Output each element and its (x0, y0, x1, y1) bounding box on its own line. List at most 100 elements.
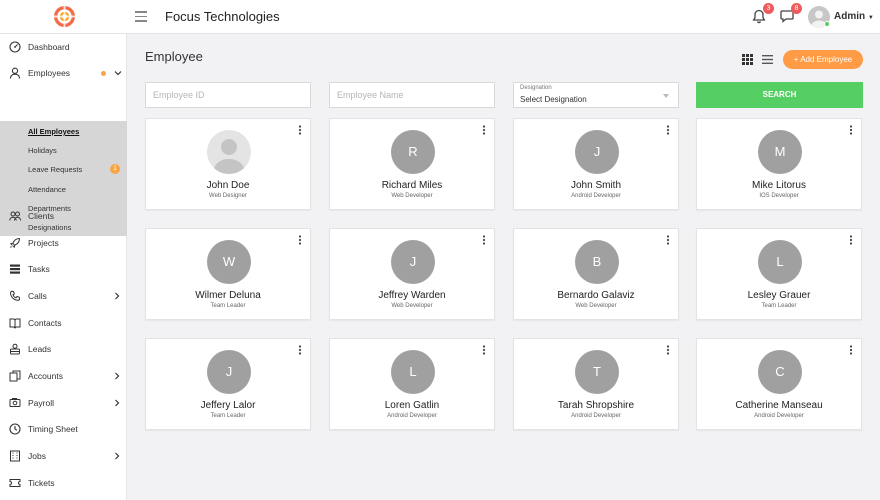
employee-id-input[interactable] (145, 82, 311, 108)
chevron-right-icon (115, 292, 120, 300)
submenu-holidays[interactable]: Holidays (28, 146, 57, 155)
employee-card: L Loren Gatlin Android Developer (329, 338, 495, 430)
sidebar-item-calls[interactable]: Calls (0, 285, 127, 307)
employee-name[interactable]: Catherine Manseau (697, 400, 861, 411)
sidebar-item-tasks[interactable]: Tasks (0, 258, 127, 280)
more-options-icon[interactable] (849, 125, 853, 135)
chevron-right-icon (115, 372, 120, 380)
employee-avatar[interactable]: J (575, 130, 619, 174)
employee-name[interactable]: Wilmer Deluna (146, 290, 310, 301)
employee-name[interactable]: Jeffrey Warden (330, 290, 494, 301)
more-options-icon[interactable] (666, 125, 670, 135)
sidebar-item-jobs[interactable]: Jobs (0, 445, 127, 467)
employee-card: J John Smith Android Developer (513, 118, 679, 210)
sidebar: All Employees Holidays Leave Requests At… (0, 34, 127, 500)
employee-name[interactable]: Bernardo Galaviz (514, 290, 678, 301)
employee-role: Team Leader (761, 303, 797, 309)
employee-card: T Tarah Shropshire Android Developer (513, 338, 679, 430)
employee-avatar[interactable]: T (575, 350, 619, 394)
more-options-icon[interactable] (298, 235, 302, 245)
employee-role: Web Developer (391, 193, 433, 199)
employee-role: Team Leader (210, 303, 246, 309)
employee-name[interactable]: Richard Miles (330, 180, 494, 191)
more-options-icon[interactable] (482, 125, 486, 135)
employee-role: Team Leader (210, 413, 246, 419)
employee-avatar[interactable]: W (207, 240, 251, 284)
sidebar-item-leads[interactable]: Leads (0, 338, 127, 360)
sidebar-item-label: Payroll (28, 398, 54, 408)
submenu-attendance[interactable]: Attendance (28, 185, 66, 194)
brand-name: Focus Technologies (165, 9, 280, 24)
book-icon (9, 318, 21, 329)
submenu-leave-requests[interactable]: Leave Requests (28, 165, 82, 174)
employee-name[interactable]: John Smith (514, 180, 678, 191)
sidebar-item-accounts[interactable]: Accounts (0, 365, 127, 387)
sidebar-item-label: Employees (28, 68, 71, 78)
sidebar-item-payroll[interactable]: Payroll (0, 392, 127, 414)
employee-name[interactable]: Mike Litorus (697, 180, 861, 191)
list-view-icon[interactable] (762, 54, 773, 65)
employee-role: Web Developer (391, 303, 433, 309)
sidebar-item-label: Projects (28, 238, 59, 248)
sidebar-item-label: Jobs (28, 451, 46, 461)
employee-name[interactable]: Jeffery Lalor (146, 400, 310, 411)
more-options-icon[interactable] (482, 345, 486, 355)
employee-name[interactable]: Lesley Grauer (697, 290, 861, 301)
more-options-icon[interactable] (298, 345, 302, 355)
employee-card: M Mike Litorus IOS Developer (696, 118, 862, 210)
sidebar-item-clients[interactable]: Clients (0, 205, 127, 227)
user-menu[interactable]: Admin ▼ (834, 11, 874, 22)
sidebar-item-label: Dashboard (28, 42, 70, 52)
user-icon (9, 67, 21, 79)
sidebar-item-tickets[interactable]: Tickets (0, 472, 127, 494)
employee-name[interactable]: Tarah Shropshire (514, 400, 678, 411)
notifications-button[interactable]: 3 (752, 3, 774, 25)
more-options-icon[interactable] (849, 345, 853, 355)
notifications-badge: 3 (763, 3, 774, 14)
employee-avatar[interactable]: M (758, 130, 802, 174)
designation-select[interactable]: Designation Select Designation (513, 82, 679, 108)
building-icon (10, 450, 20, 462)
search-button[interactable]: SEARCH (696, 82, 863, 108)
user-name: Admin (834, 11, 866, 22)
sidebar-item-timing-sheet[interactable]: Timing Sheet (0, 418, 127, 440)
more-options-icon[interactable] (298, 125, 302, 135)
caret-down-icon (663, 94, 669, 98)
employee-avatar[interactable]: J (391, 240, 435, 284)
more-options-icon[interactable] (666, 235, 670, 245)
menu-toggle-icon[interactable] (135, 11, 147, 23)
employee-avatar[interactable]: C (758, 350, 802, 394)
submenu-all-employees[interactable]: All Employees (28, 127, 79, 136)
sidebar-item-contacts[interactable]: Contacts (0, 312, 127, 334)
ticket-icon (9, 479, 21, 487)
employee-role: Android Developer (571, 193, 621, 199)
more-options-icon[interactable] (849, 235, 853, 245)
employee-name-input[interactable] (329, 82, 495, 108)
sidebar-item-dashboard[interactable]: Dashboard (0, 36, 127, 58)
sidebar-item-employees[interactable]: Employees (0, 62, 127, 84)
employee-avatar[interactable]: B (575, 240, 619, 284)
messages-button[interactable]: 8 (780, 3, 802, 25)
employee-avatar[interactable]: J (207, 350, 251, 394)
logo-icon[interactable] (53, 5, 76, 28)
designation-label: Designation (520, 85, 552, 91)
sidebar-item-label: Tasks (28, 264, 50, 274)
rocket-icon (9, 237, 21, 249)
employee-avatar[interactable] (207, 130, 251, 174)
online-status-dot (824, 21, 830, 27)
users-icon (9, 211, 21, 221)
avatar-placeholder-icon (213, 139, 245, 174)
employee-avatar[interactable]: R (391, 130, 435, 174)
employee-avatar[interactable]: L (758, 240, 802, 284)
designation-value: Select Designation (520, 95, 587, 104)
employee-name[interactable]: John Doe (146, 180, 310, 191)
employee-name[interactable]: Loren Gatlin (330, 400, 494, 411)
more-options-icon[interactable] (482, 235, 486, 245)
sidebar-item-label: Clients (28, 211, 54, 221)
phone-icon (9, 290, 21, 301)
sidebar-item-projects[interactable]: Projects (0, 232, 127, 254)
grid-view-icon[interactable] (742, 54, 753, 65)
more-options-icon[interactable] (666, 345, 670, 355)
employee-avatar[interactable]: L (391, 350, 435, 394)
add-employee-button[interactable]: + Add Employee (783, 50, 863, 69)
